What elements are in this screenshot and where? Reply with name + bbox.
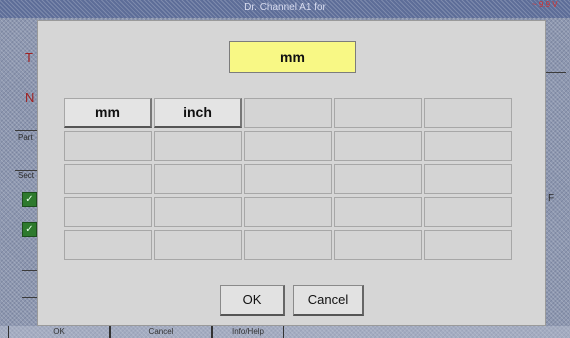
unit-key-empty	[154, 131, 242, 161]
unit-key-empty	[64, 230, 152, 260]
unit-key-empty	[334, 131, 422, 161]
background-divider-1	[15, 130, 37, 131]
background-divider-5	[546, 72, 566, 73]
background-label-n: N	[25, 90, 35, 105]
unit-key-mm[interactable]: mm	[64, 98, 152, 128]
background-ok-button: OK	[8, 326, 110, 338]
unit-key-empty	[244, 230, 332, 260]
unit-key-empty	[64, 164, 152, 194]
unit-key-empty	[334, 164, 422, 194]
unit-key-empty	[424, 197, 512, 227]
unit-key-empty	[334, 230, 422, 260]
unit-key-empty	[424, 98, 512, 128]
background-divider-4	[22, 297, 37, 298]
unit-key-empty	[334, 98, 422, 128]
background-divider-2	[15, 170, 37, 171]
unit-key-empty	[244, 98, 332, 128]
unit-key-empty	[64, 131, 152, 161]
background-window-title: Dr. Channel A1 for	[244, 2, 326, 13]
battery-indicator: ~ 9.9 V	[532, 0, 558, 9]
unit-key-empty	[244, 164, 332, 194]
unit-key-empty	[424, 164, 512, 194]
unit-selection-dialog: mm mm inch OK Cancel	[37, 20, 546, 326]
cancel-button[interactable]: Cancel	[293, 285, 364, 316]
unit-display-field: mm	[229, 41, 356, 73]
unit-key-empty	[244, 197, 332, 227]
background-cancel-button: Cancel	[110, 326, 212, 338]
background-label-right: F	[548, 193, 555, 204]
background-info-button: Info/Help	[212, 326, 284, 338]
background-checkbox-2: ✓	[22, 222, 37, 237]
unit-key-inch[interactable]: inch	[154, 98, 242, 128]
background-label-t: T	[25, 50, 33, 65]
unit-key-empty	[154, 197, 242, 227]
unit-key-empty	[334, 197, 422, 227]
unit-key-empty	[154, 164, 242, 194]
unit-key-empty	[244, 131, 332, 161]
background-label-part: Part	[18, 133, 33, 142]
unit-key-empty	[424, 230, 512, 260]
background-divider-3	[22, 270, 37, 271]
background-label-sect: Sect	[18, 171, 35, 180]
background-checkbox-1: ✓	[22, 192, 37, 207]
unit-key-empty	[154, 230, 242, 260]
ok-button[interactable]: OK	[220, 285, 285, 316]
unit-key-empty	[64, 197, 152, 227]
unit-key-empty	[424, 131, 512, 161]
